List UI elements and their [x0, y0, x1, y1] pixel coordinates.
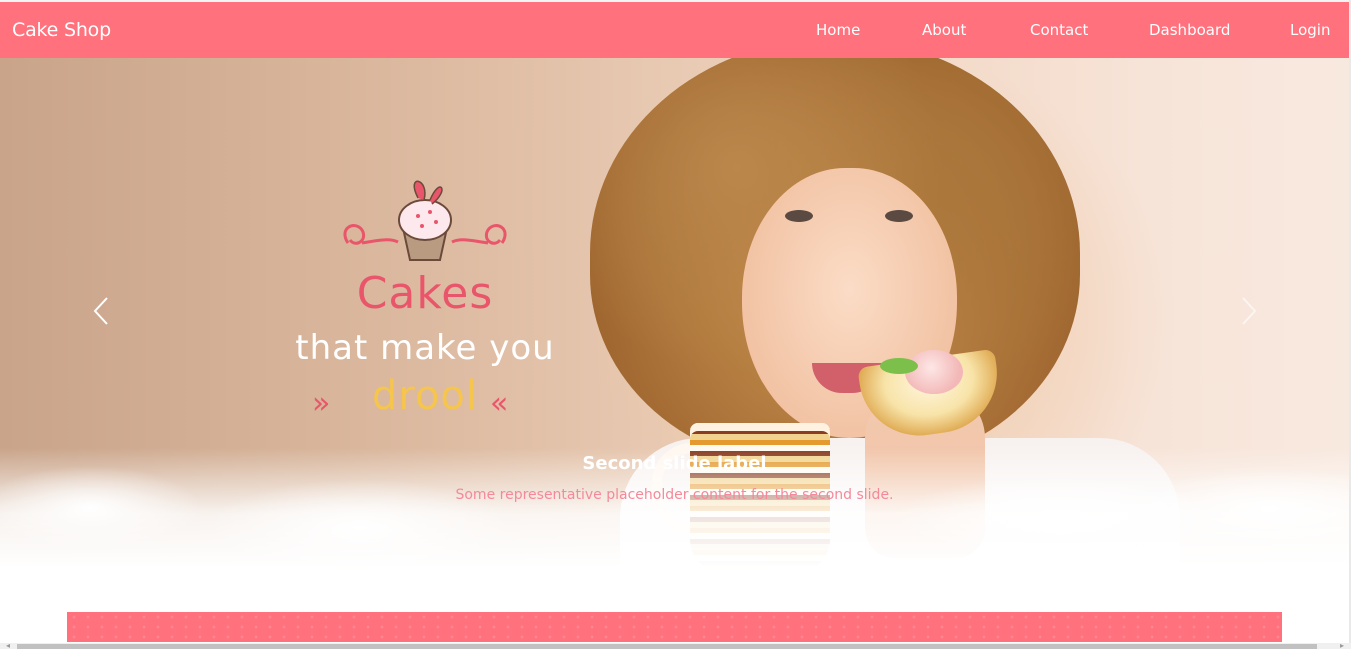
navbar: Cake Shop Home About Contact Dashboard L…	[0, 2, 1349, 58]
logo-arrows-right: «	[490, 386, 509, 421]
nav-contact[interactable]: Contact	[1030, 21, 1088, 39]
scroll-right-arrow-icon[interactable]: ▸	[1336, 642, 1348, 649]
horizontal-scrollbar[interactable]: ◂ ▸	[0, 642, 1351, 649]
carousel-prev-button[interactable]	[89, 290, 113, 332]
logo-drool-text: drool	[371, 373, 478, 419]
logo-arrows-left: »	[312, 386, 331, 421]
nav-dashboard[interactable]: Dashboard	[1149, 21, 1230, 39]
scrollbar-thumb[interactable]	[17, 644, 1317, 649]
carousel-caption-title: Second slide label	[582, 453, 767, 474]
scroll-left-arrow-icon[interactable]: ◂	[2, 642, 14, 649]
nav-home[interactable]: Home	[816, 21, 860, 39]
chevron-left-icon	[93, 297, 108, 325]
section-banner	[67, 612, 1282, 642]
hero-carousel: Cakes that make you drool » « Second sli…	[0, 58, 1349, 568]
hero-photo-eye-left	[785, 210, 813, 222]
banner-pattern	[67, 612, 1282, 642]
cakes-logo: Cakes that make you drool » «	[290, 168, 560, 428]
logo-cakes-text: Cakes	[356, 268, 494, 319]
chevron-right-icon	[1242, 297, 1257, 325]
logo-tagline-text: that make you	[295, 328, 555, 368]
hero-photo-leaf	[880, 358, 918, 374]
carousel-next-button[interactable]	[1237, 290, 1261, 332]
page: Cake Shop Home About Contact Dashboard L…	[0, 0, 1351, 649]
nav-login[interactable]: Login	[1290, 21, 1330, 39]
hero-photo-eye-right	[885, 210, 913, 222]
carousel-caption-text: Some representative placeholder content …	[455, 487, 894, 503]
brand-link[interactable]: Cake Shop	[12, 19, 111, 41]
cupcake-icon	[343, 180, 507, 261]
hero-photo-tart-cream	[905, 350, 963, 394]
nav-about[interactable]: About	[922, 21, 966, 39]
